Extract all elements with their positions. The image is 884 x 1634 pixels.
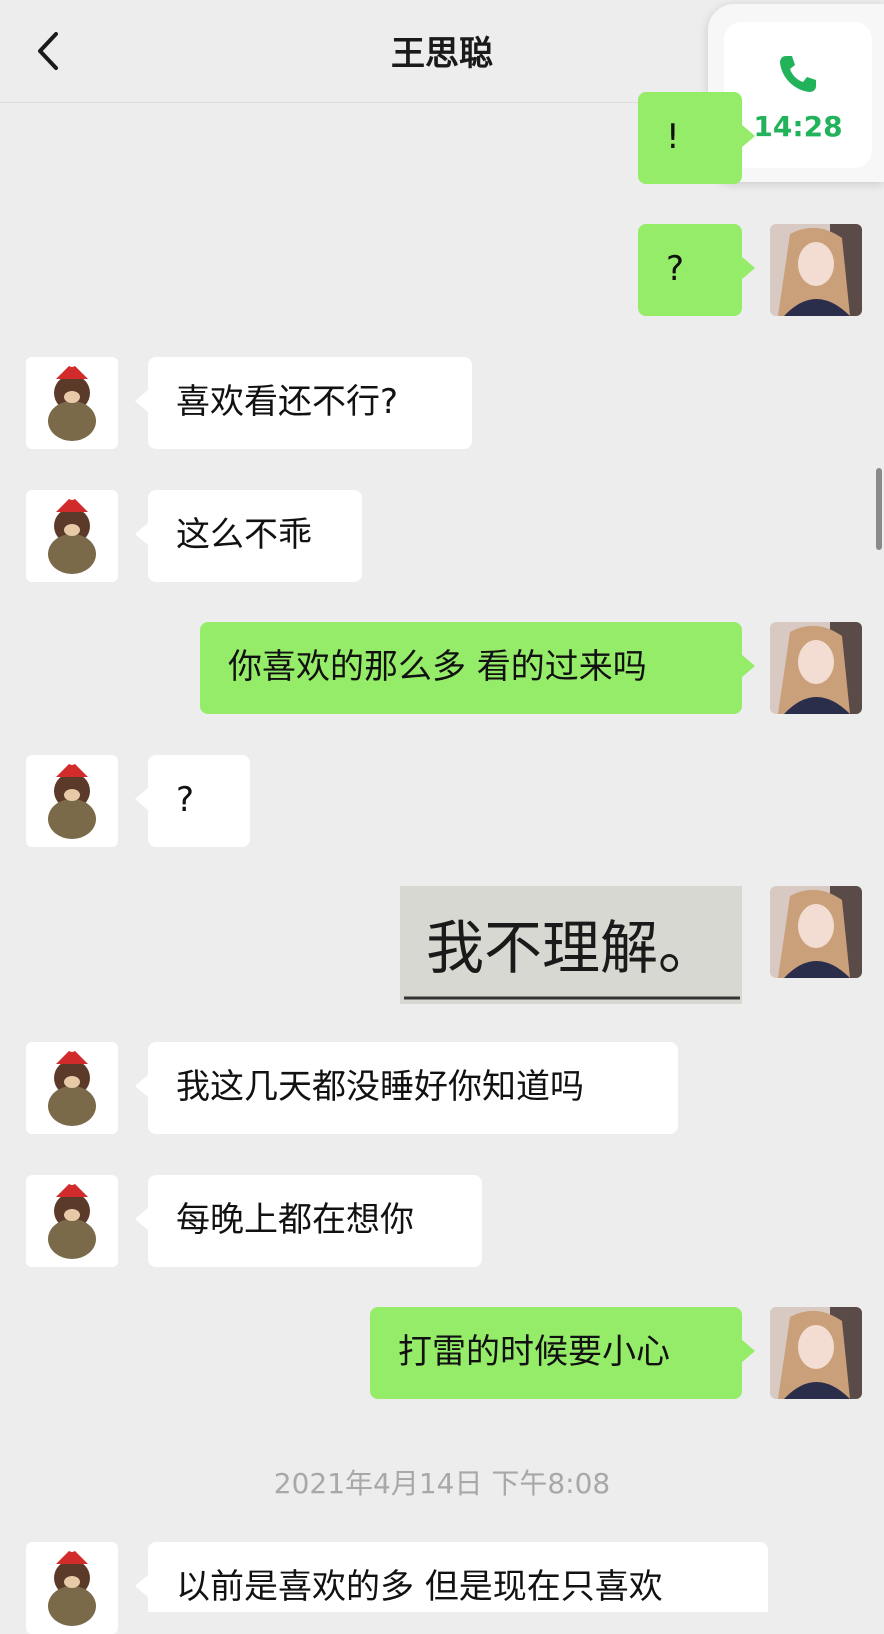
phone-icon [780, 56, 816, 92]
message-text: 我这几天都没睡好你知道吗 [176, 1067, 584, 1107]
message-bubble-incoming[interactable]: 这么不乖 [135, 490, 362, 582]
bear-sticker-avatar [26, 357, 118, 449]
message-bubble-outgoing[interactable]: ! [638, 92, 755, 184]
sticker-message[interactable]: 我不理解。 [400, 886, 742, 1004]
bear-sticker-avatar [26, 1175, 118, 1267]
message-text: 以前是喜欢的多 但是现在只喜欢 [176, 1567, 663, 1607]
avatar-self[interactable] [770, 886, 862, 978]
bear-sticker-avatar [26, 755, 118, 847]
message-text: 这么不乖 [176, 515, 312, 555]
avatar-contact[interactable] [26, 1542, 118, 1634]
avatar-self-image [770, 224, 862, 316]
avatar-contact[interactable] [26, 357, 118, 449]
message-bubble-incoming[interactable]: 每晚上都在想你 [135, 1175, 482, 1267]
handwriting-sticker: 我不理解。 [400, 886, 742, 1004]
message-bubble-incoming[interactable]: 喜欢看还不行? [135, 357, 472, 449]
avatar-contact[interactable] [26, 490, 118, 582]
message-bubble-outgoing[interactable]: ? [638, 224, 755, 316]
avatar-self-image [770, 886, 862, 978]
message-bubble-incoming[interactable]: ? [135, 755, 250, 847]
message-text: 打雷的时候要小心 [398, 1332, 670, 1372]
bear-sticker-avatar [26, 1042, 118, 1134]
message-bubble-incoming[interactable]: 以前是喜欢的多 但是现在只喜欢 [135, 1542, 768, 1612]
scrollbar[interactable] [876, 468, 882, 550]
message-text: 你喜欢的那么多 看的过来吗 [228, 647, 647, 687]
message-bubble-outgoing[interactable]: 你喜欢的那么多 看的过来吗 [200, 622, 755, 714]
avatar-contact[interactable] [26, 1175, 118, 1267]
avatar-self[interactable] [770, 1307, 862, 1399]
bear-sticker-avatar [26, 1542, 118, 1634]
sticker-text: 我不理解。 [426, 914, 716, 982]
bear-sticker-avatar [26, 490, 118, 582]
message-text: ! [666, 117, 680, 157]
message-text: ? [176, 780, 195, 820]
avatar-self[interactable] [770, 224, 862, 316]
message-text: ? [666, 249, 685, 289]
avatar-self-image [770, 622, 862, 714]
message-text: 每晚上都在想你 [176, 1200, 414, 1240]
message-bubble-outgoing[interactable]: 打雷的时候要小心 [370, 1307, 755, 1399]
avatar-contact[interactable] [26, 1042, 118, 1134]
avatar-self-image [770, 1307, 862, 1399]
message-bubble-incoming[interactable]: 我这几天都没睡好你知道吗 [135, 1042, 678, 1134]
message-text: 喜欢看还不行? [176, 382, 399, 422]
message-timestamp: 2021年4月14日 下午8:08 [273, 1467, 611, 1500]
avatar-contact[interactable] [26, 755, 118, 847]
avatar-self[interactable] [770, 622, 862, 714]
